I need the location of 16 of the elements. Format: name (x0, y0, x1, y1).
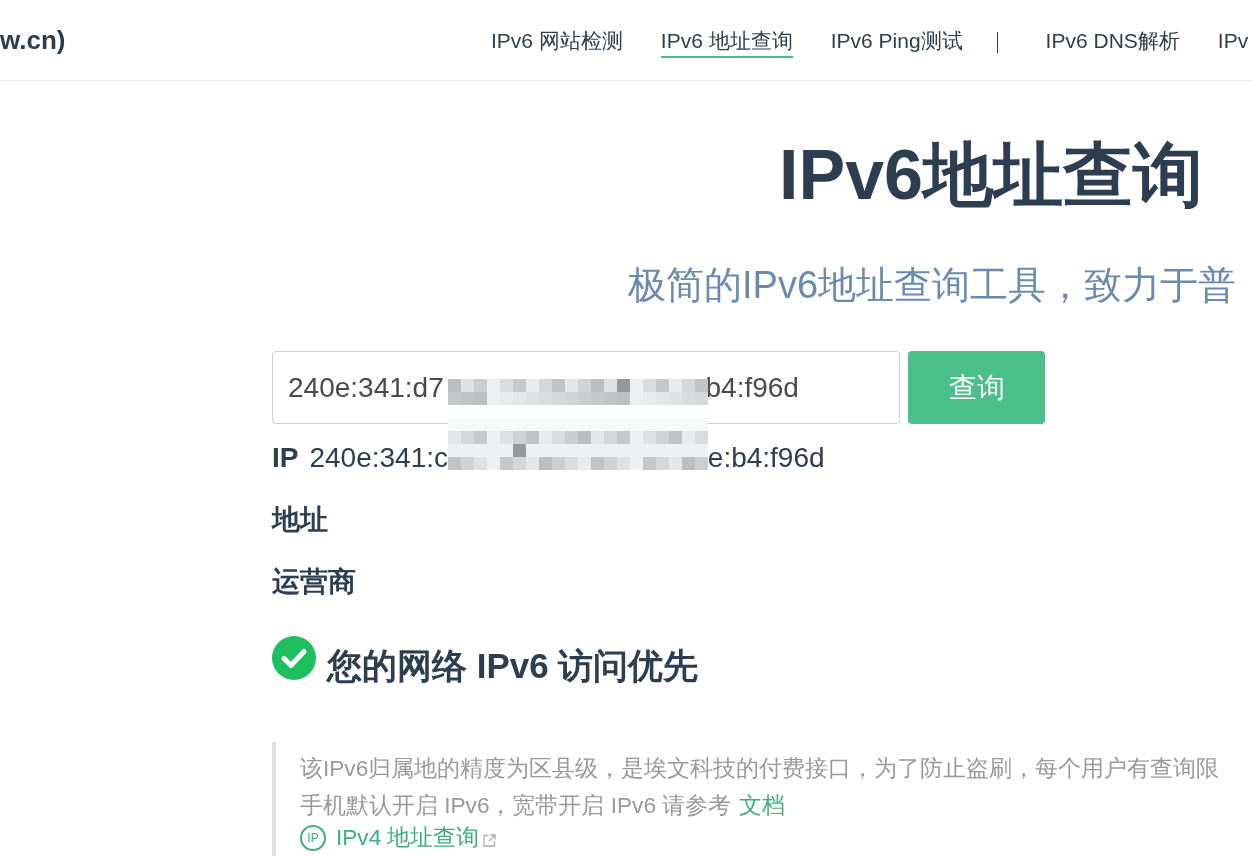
note-text: 手机默认开启 IPv6，宽带开启 IPv6 请参考 文档 (300, 792, 787, 820)
nav-link[interactable]: IPv6 地址查询 (660, 26, 793, 58)
field-label: 地址 (272, 503, 328, 537)
circled-ip-icon: IP (300, 825, 326, 851)
field-label: IP (272, 441, 299, 475)
ip-value: 240e:341:c e:b4:f96d (309, 441, 825, 475)
nav-link[interactable]: IPv6 DNS解析 (1045, 26, 1180, 58)
page-subtitle: 极简的IPv6地址查询工具，致力于普 (628, 263, 1237, 308)
field-label: 运营商 (272, 565, 356, 599)
nav-link[interactable]: IPv6 Ping测试 (830, 26, 963, 58)
note-text: 该IPv6归属地的精度为区县级，是埃文科技的付费接口，为了防止盗刷，每个用户有查询限 (300, 755, 1221, 783)
status-heading: 您的网络 IPv6 访问优先 (327, 645, 699, 687)
nav-link[interactable]: IPv6 网站检测 (491, 26, 623, 58)
nav-link[interactable]: IPv (1217, 26, 1249, 58)
page-title: IPv6地址查询 (779, 135, 1203, 216)
site-logo[interactable]: w.cn) (0, 24, 66, 56)
